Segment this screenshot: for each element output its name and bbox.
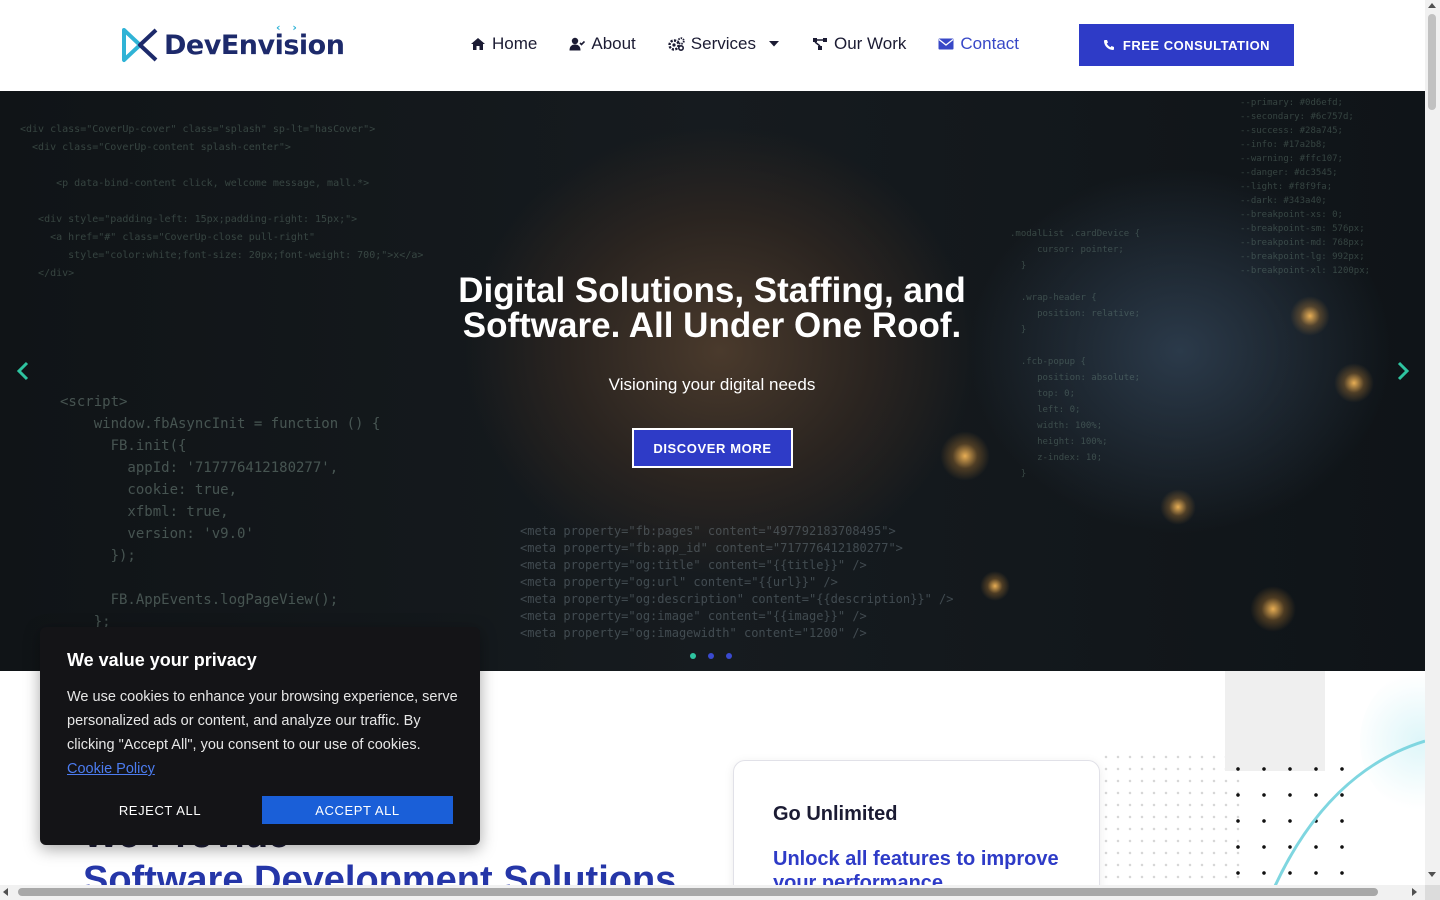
network-icon [812,38,827,50]
cogs-icon [668,37,685,51]
discover-more-button[interactable]: DISCOVER MORE [632,428,793,468]
logo-brackets: ‹ › [276,20,301,34]
cookie-title: We value your privacy [67,650,257,670]
scroll-down-arrow-icon[interactable] [1428,872,1436,877]
nav-our-work-label: Our Work [833,34,907,53]
scroll-right-arrow-icon[interactable] [1412,888,1417,896]
bokeh-light [1334,363,1374,403]
user-icon [569,37,586,51]
bokeh-light [1250,586,1296,632]
nav-services-label: Services [690,34,756,53]
card-subtitle: Unlock all features to improve your perf… [773,848,1059,885]
bokeh-light [1160,489,1196,525]
free-consultation-button[interactable]: FREE CONSULTATION [1079,24,1294,66]
slider-dot[interactable] [690,653,696,659]
scroll-left-arrow-icon[interactable] [3,888,8,896]
nav-about-label: About [591,34,636,53]
accept-all-button[interactable]: ACCEPT ALL [262,796,453,824]
hero-background-code-vars: --primary: #0d6efd; --secondary: #6c757d… [1240,98,1371,276]
nav-our-work[interactable]: Our Work [812,34,906,54]
logo-mark-icon [122,28,158,62]
horizontal-scrollbar[interactable] [0,885,1425,900]
cookie-body: We use cookies to enhance your browsing … [67,689,458,753]
home-icon [471,38,485,50]
nav-contact-label: Contact [960,34,1019,53]
hero-title: Digital Solutions, Staffing, and Softwar… [312,273,1112,343]
card-title: Go Unlimited [773,803,898,825]
hero-title-line-2: Software. All Under One Roof. [462,306,962,345]
bokeh-light [980,571,1010,601]
logo[interactable]: DevEnvision ‹ › [122,20,345,64]
nav-home[interactable]: Home [470,34,537,54]
cookie-consent-banner: We value your privacy We use cookies to … [40,627,480,845]
bokeh-light [1290,296,1330,336]
hero-background-code-left: <div class="CoverUp-cover" class="splash… [20,124,424,279]
slider-next-arrow-icon[interactable] [1390,359,1414,383]
vertical-scrollbar[interactable] [1425,0,1440,885]
section-heading-accent: Software Development Solutions [83,859,677,885]
bokeh-light [940,431,990,481]
hero-title-line-1: Digital Solutions, Staffing, and [458,271,966,310]
nav-about[interactable]: About [569,34,636,54]
main-nav: Home About Services Our Work Contact [470,34,1051,54]
phone-icon [1103,40,1114,50]
slider-dot[interactable] [708,653,714,659]
hero-background-code-script: <script> window.fbAsyncInit = function (… [60,394,381,630]
decorative-dot-pattern-light [1100,751,1240,881]
envelope-icon [938,38,954,50]
hero-background-code-meta: <meta property="fb:pages" content="49779… [520,524,954,640]
cookie-text: We use cookies to enhance your browsing … [67,685,462,781]
scroll-up-arrow-icon[interactable] [1428,3,1436,8]
chevron-down-icon [768,41,779,47]
slider-pagination [690,653,732,659]
reject-all-button[interactable]: REJECT ALL [67,796,253,824]
slider-prev-arrow-icon[interactable] [12,359,36,383]
cookie-policy-link[interactable]: Cookie Policy [67,761,155,777]
free-consultation-label: FREE CONSULTATION [1122,37,1271,53]
go-unlimited-card[interactable]: Go Unlimited Unlock all features to impr… [733,760,1100,885]
hero-slider: <div class="CoverUp-cover" class="splash… [0,91,1425,671]
hero-subtitle: Visioning your digital needs [608,375,816,394]
hero-background-code-right: .modalList .cardDevice { cursor: pointer… [1010,229,1141,479]
nav-contact[interactable]: Contact [938,34,1019,54]
nav-services[interactable]: Services [668,34,780,54]
scrollbar-corner [1425,885,1440,900]
decorative-curve [1273,739,1425,885]
logo-text: DevEnvision ‹ › [164,20,345,61]
nav-home-label: Home [492,34,538,53]
site-header: DevEnvision ‹ › Home About Services Our W… [0,0,1425,91]
horizontal-scroll-thumb[interactable] [18,888,1378,896]
vertical-scroll-thumb[interactable] [1428,14,1436,110]
slider-dot[interactable] [726,653,732,659]
